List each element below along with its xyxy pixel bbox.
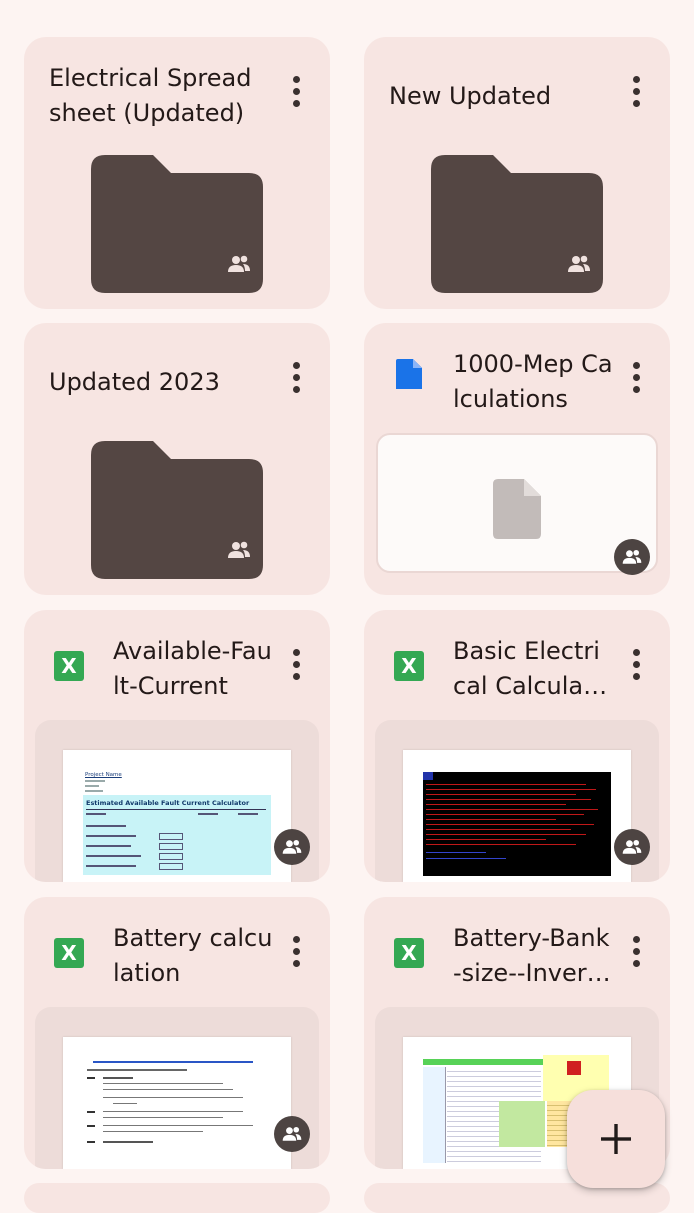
- file-card-spreadsheet[interactable]: X Available-Fault-Current Project Name E…: [24, 610, 330, 882]
- file-card-folder[interactable]: New Updated: [364, 37, 670, 309]
- sheets-file-icon: X: [54, 651, 84, 681]
- more-options-icon[interactable]: [282, 71, 310, 111]
- file-title: Basic Electrical Calculation: [453, 637, 600, 700]
- file-title: Electrical Spreadsheet (Updated): [49, 64, 252, 127]
- file-card[interactable]: [24, 1183, 330, 1213]
- shared-icon: [274, 829, 310, 865]
- spreadsheet-preview-page: [63, 1037, 291, 1169]
- more-options-icon[interactable]: [622, 644, 650, 684]
- file-card-folder[interactable]: Updated 2023: [24, 323, 330, 595]
- file-title: 1000-Mep Calculations: [453, 350, 613, 413]
- shared-icon: [614, 829, 650, 865]
- shared-icon: [568, 255, 590, 272]
- more-options-icon[interactable]: [622, 357, 650, 397]
- preview-dark-sheet: [423, 772, 611, 876]
- file-title: Updated 2023: [49, 367, 220, 396]
- shared-icon: [274, 1116, 310, 1152]
- preview-heading: Estimated Available Fault Current Calcul…: [86, 799, 250, 807]
- file-card-folder[interactable]: Electrical Spreadsheet (Updated): [24, 37, 330, 309]
- file-card-document[interactable]: 1000-Mep Calculations: [364, 323, 670, 595]
- generic-file-icon: [493, 479, 541, 539]
- more-options-icon[interactable]: [622, 931, 650, 971]
- more-options-icon[interactable]: [282, 644, 310, 684]
- file-preview: [375, 720, 659, 882]
- more-options-icon[interactable]: [282, 357, 310, 397]
- file-card-spreadsheet[interactable]: X Basic Electrical Calculation: [364, 610, 670, 882]
- shared-icon: [614, 539, 650, 575]
- file-title: Battery-Bank-size--Inverter: [453, 924, 611, 987]
- file-title: Battery calculation: [113, 924, 273, 987]
- file-preview: Project Name Estimated Available Fault C…: [35, 720, 319, 882]
- spreadsheet-preview-page: [403, 750, 631, 882]
- more-options-icon[interactable]: [282, 931, 310, 971]
- shared-icon: [228, 541, 250, 558]
- sheets-file-icon: X: [394, 938, 424, 968]
- plus-icon: [601, 1124, 631, 1154]
- new-file-button[interactable]: [567, 1090, 665, 1188]
- docs-file-icon: [396, 359, 422, 389]
- more-options-icon[interactable]: [622, 71, 650, 111]
- file-title: New Updated: [389, 81, 552, 110]
- sheets-file-icon: X: [394, 651, 424, 681]
- spreadsheet-preview-page: Project Name Estimated Available Fault C…: [63, 750, 291, 882]
- file-card-spreadsheet[interactable]: X Battery calculation: [24, 897, 330, 1169]
- preview-table-block: Estimated Available Fault Current Calcul…: [83, 795, 271, 875]
- file-title: Available-Fault-Current: [113, 637, 272, 700]
- shared-icon: [228, 255, 250, 272]
- file-preview: [35, 1007, 319, 1169]
- preview-project-label: Project Name: [85, 772, 122, 778]
- sheets-file-icon: X: [54, 938, 84, 968]
